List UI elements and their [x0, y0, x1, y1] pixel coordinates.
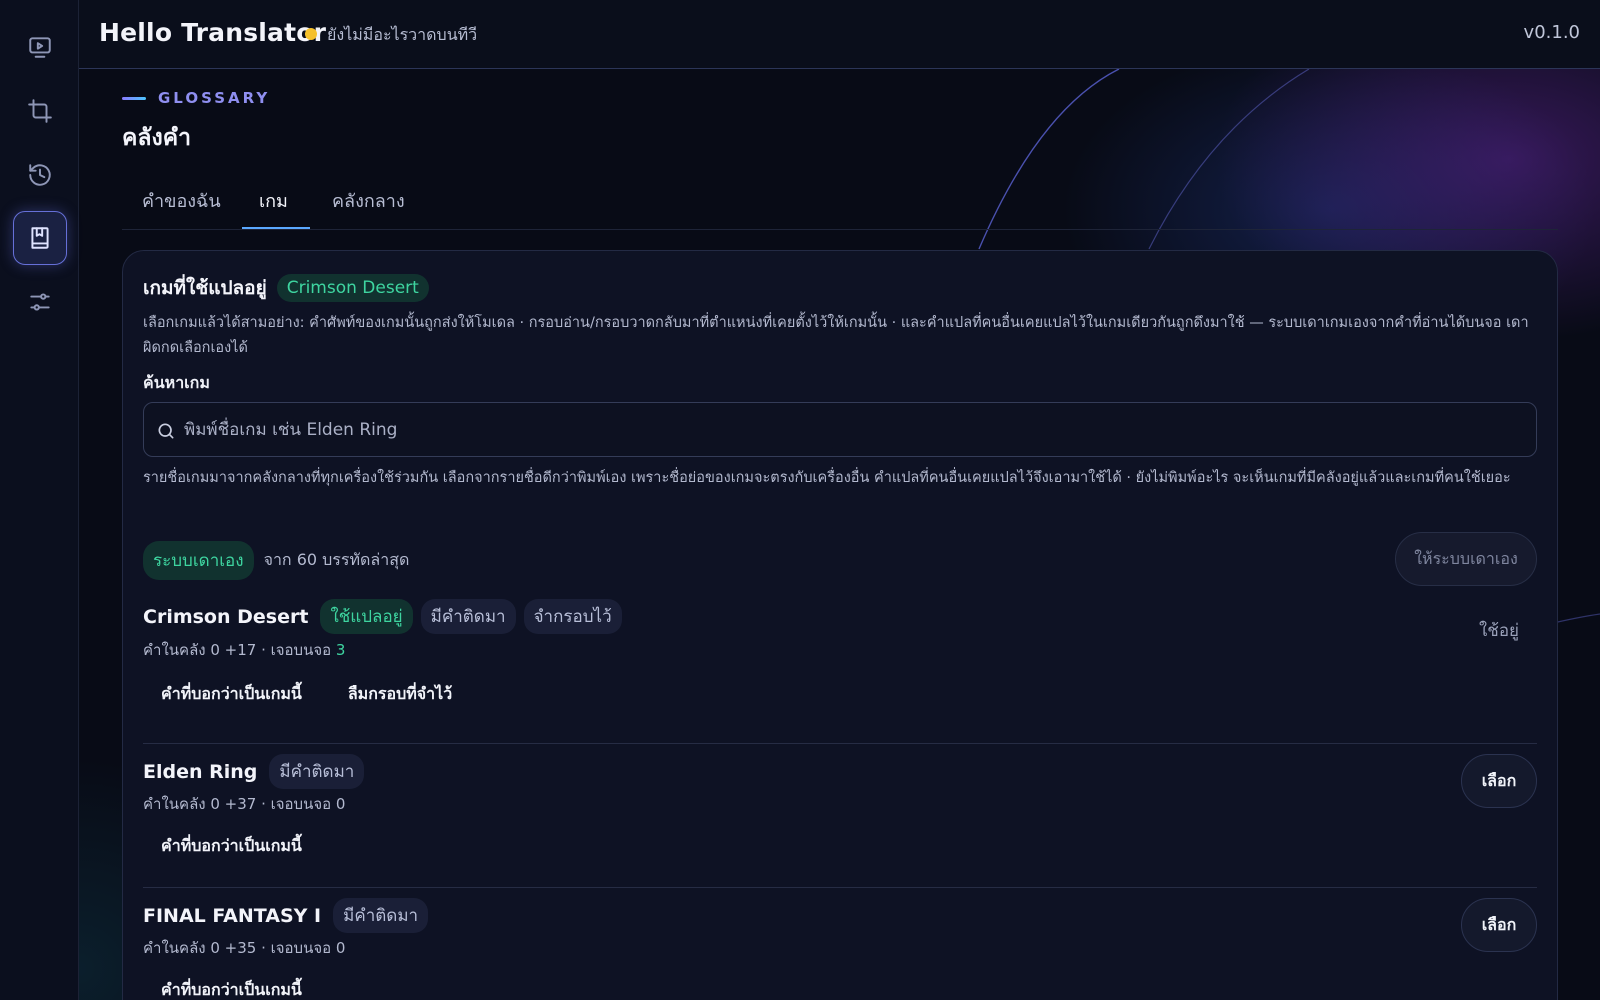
select-game-button[interactable]: เลือก [1461, 898, 1537, 952]
in-use-badge: ใช้แปลอยู่ [320, 599, 413, 634]
game-meta: คำในคลัง 0 +37 · เจอบนจอ 0 [143, 792, 345, 816]
in-use-status: ใช้อยู่ [1478, 621, 1519, 641]
history-icon [29, 164, 51, 186]
tab-my-terms[interactable]: คำของฉัน [122, 186, 241, 230]
screen-hit-count: 0 [335, 939, 346, 957]
has-terms-badge: มีคำติดมา [333, 898, 429, 933]
row-divider [143, 887, 1537, 888]
select-game-button[interactable]: เลือก [1461, 754, 1537, 808]
detect-terms-link[interactable]: คำที่บอกว่าเป็นเกมนี้ [161, 682, 302, 707]
tab-games[interactable]: เกม [239, 186, 308, 230]
tab-bar: คำของฉัน เกม คลังกลาง [122, 180, 1558, 230]
page-title: คลังคำ [122, 125, 192, 151]
row-actions: คำที่บอกว่าเป็นเกมนี้ [161, 834, 302, 859]
status-dot-icon [305, 28, 317, 40]
search-label: ค้นหาเกม [143, 373, 210, 392]
game-meta: คำในคลัง 0 +17 · เจอบนจอ 3 [143, 638, 345, 662]
game-title-line: Elden Ring มีคำติดมา [143, 754, 365, 789]
status-text: ยังไม่มีอะไรวาดบนทีวี [327, 25, 478, 44]
sidebar-item-region[interactable] [13, 84, 67, 138]
active-tab-indicator [242, 227, 310, 229]
game-card: เกมที่ใช้แปลอยู่ Crimson Desert เลือกเกม… [122, 250, 1558, 1000]
auto-detect-badge: ระบบเดาเอง [143, 541, 254, 580]
game-meta-text: คำในคลัง 0 +17 · เจอบนจอ [143, 641, 336, 659]
card-header: เกมที่ใช้แปลอยู่ Crimson Desert [143, 273, 429, 303]
card-description: เลือกเกมแล้วได้สามอย่าง: คำศัพท์ของเกมนั… [143, 315, 1529, 356]
auto-detect-row: ระบบเดาเอง จาก 60 บรรทัดล่าสุด [143, 541, 409, 580]
search-icon [158, 423, 174, 439]
detect-terms-link[interactable]: คำที่บอกว่าเป็นเกมนี้ [161, 978, 302, 1000]
crop-icon [28, 99, 52, 123]
sidebar-item-live[interactable] [13, 20, 67, 74]
app-header: Hello Translator ยังไม่มีอะไรวาดบนทีวี v… [79, 0, 1600, 69]
search-input[interactable] [184, 403, 1524, 456]
monitor-play-icon [29, 37, 51, 58]
sliders-icon [30, 293, 50, 311]
card-title: เกมที่ใช้แปลอยู่ [143, 277, 267, 299]
app-version: v0.1.0 [1523, 22, 1580, 43]
eyebrow-text: GLOSSARY [158, 89, 271, 107]
sidebar-item-history[interactable] [13, 148, 67, 202]
has-terms-badge: มีคำติดมา [420, 599, 516, 634]
game-name: Elden Ring [143, 760, 258, 783]
game-title-line: Crimson Desert ใช้แปลอยู่ มีคำติดมา จำกร… [143, 599, 622, 634]
row-divider [143, 743, 1537, 744]
current-game-badge: Crimson Desert [276, 274, 429, 302]
row-actions: คำที่บอกว่าเป็นเกมนี้ [161, 978, 302, 1000]
auto-detect-button[interactable]: ให้ระบบเดาเอง [1395, 532, 1537, 586]
game-meta-text: คำในคลัง 0 +37 · เจอบนจอ [143, 795, 336, 813]
game-name: Crimson Desert [143, 605, 309, 628]
screen-hit-count: 3 [335, 641, 346, 659]
sidebar-item-settings[interactable] [13, 275, 67, 329]
sidebar-item-glossary[interactable] [13, 211, 67, 265]
app-title: Hello Translator [99, 18, 327, 47]
game-meta: คำในคลัง 0 +35 · เจอบนจอ 0 [143, 936, 345, 960]
book-icon [31, 227, 49, 249]
has-terms-badge: มีคำติดมา [269, 754, 365, 789]
detect-terms-link[interactable]: คำที่บอกว่าเป็นเกมนี้ [161, 834, 302, 859]
game-meta-text: คำในคลัง 0 +35 · เจอบนจอ [143, 939, 336, 957]
row-actions: คำที่บอกว่าเป็นเกมนี้ ลืมกรอบที่จำไว้ [161, 682, 452, 707]
eyebrow-line [122, 96, 146, 100]
sidebar [0, 0, 79, 1000]
game-title-line: FINAL FANTASY I มีคำติดมา [143, 898, 429, 933]
search-box [143, 402, 1537, 457]
auto-detect-source: จาก 60 บรรทัดล่าสุด [263, 550, 410, 569]
game-name: FINAL FANTASY I [143, 904, 322, 927]
forget-region-link[interactable]: ลืมกรอบที่จำไว้ [348, 682, 452, 707]
search-hint: รายชื่อเกมมาจากคลังกลางที่ทุกเครื่องใช้ร… [143, 470, 1511, 486]
screen-hit-count: 0 [335, 795, 346, 813]
remembered-region-badge: จำกรอบไว้ [523, 599, 622, 634]
tab-central[interactable]: คลังกลาง [312, 186, 425, 230]
section-eyebrow: GLOSSARY [122, 89, 270, 107]
